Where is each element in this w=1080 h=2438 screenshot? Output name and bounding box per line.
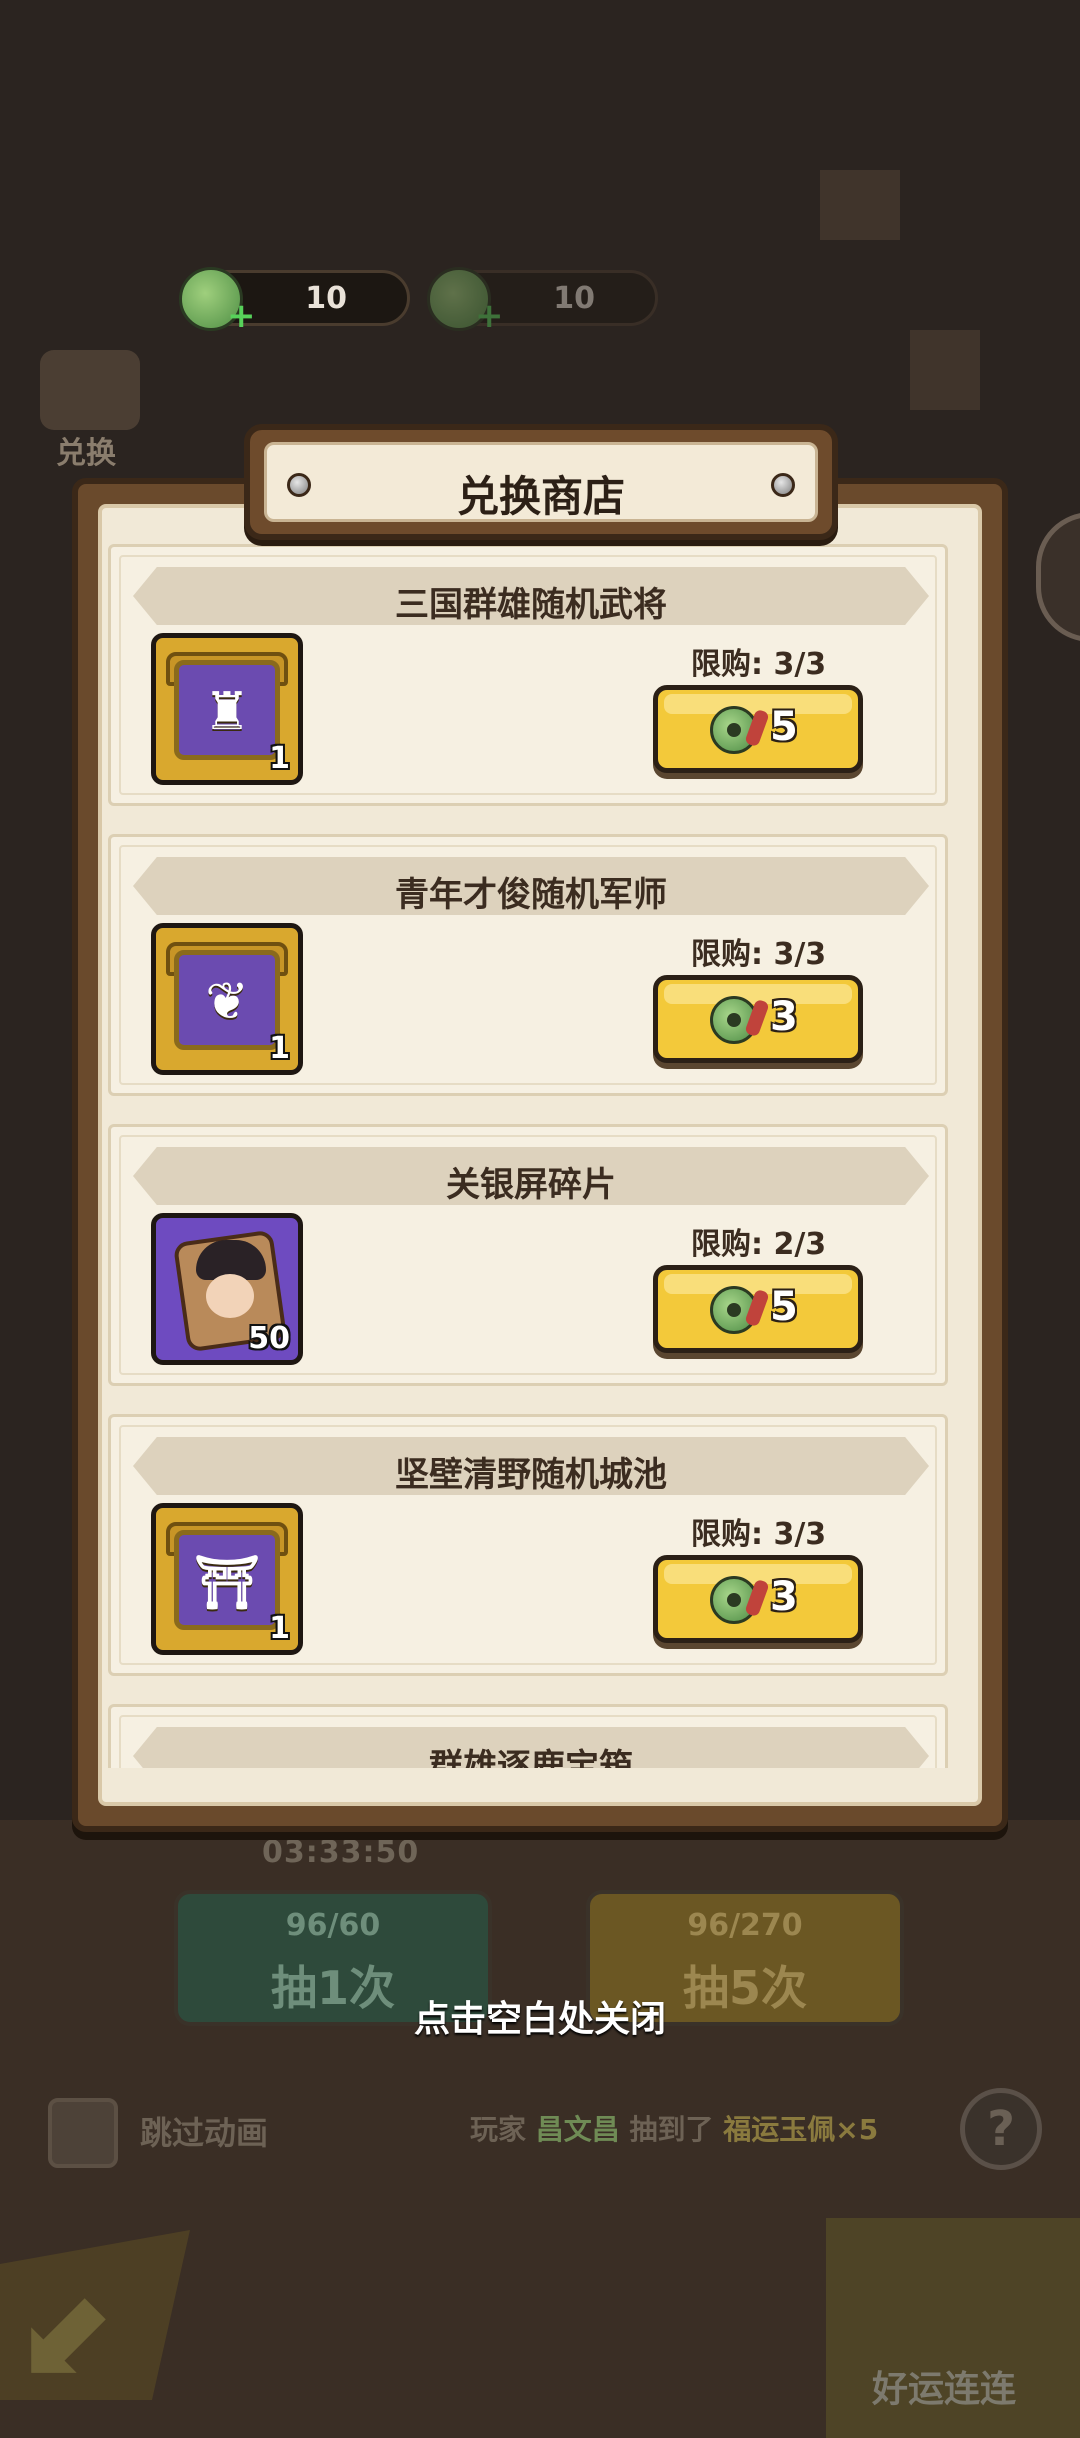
ticker-verb: 抽到了 xyxy=(629,2113,714,2146)
item-name-banner: 群雄逐鹿宝箱 xyxy=(133,1727,929,1768)
currency-secondary: + 10 xyxy=(427,267,658,333)
exchange-shop-panel: 三国群雄随机武将 ♜ 1 限购: 3/3 5 青年才俊随机军师 ❦ 1 限购: … xyxy=(72,478,1008,1832)
side-menu-button[interactable] xyxy=(1036,512,1080,642)
exchange-label: 兑换 xyxy=(56,436,116,471)
draw-one-cost: 96/60 xyxy=(285,1908,381,1943)
shop-item: 关银屏碎片 50 限购: 2/3 5 xyxy=(108,1124,948,1386)
hero-shard-icon[interactable]: 50 xyxy=(151,1213,303,1365)
purchase-limit: 限购: 2/3 xyxy=(691,1227,827,1262)
rivet-icon xyxy=(771,473,795,497)
item-count: 1 xyxy=(269,1031,290,1066)
draw-five-cost: 96/270 xyxy=(687,1908,803,1943)
shop-item-peek: 群雄逐鹿宝箱 xyxy=(108,1704,948,1768)
chest-emblem: ❦ xyxy=(205,972,249,1032)
buy-button[interactable]: 3 xyxy=(653,1555,863,1643)
item-name-banner: 坚壁清野随机城池 xyxy=(133,1437,929,1495)
purchase-limit: 限购: 3/3 xyxy=(691,647,827,682)
countdown-timer: 03:33:50 xyxy=(262,1835,420,1870)
title-plaque-inner: 兑换商店 xyxy=(264,442,818,522)
ticker-player: 昌文昌 xyxy=(535,2113,620,2146)
chest-emblem: ♜ xyxy=(203,682,251,742)
plus-icon[interactable]: + xyxy=(475,299,504,333)
currency-primary-value: 10 xyxy=(305,281,347,316)
chest-emblem: ⛩ xyxy=(193,1553,260,1613)
currency-secondary-value: 10 xyxy=(553,281,595,316)
item-name-banner: 关银屏碎片 xyxy=(133,1147,929,1205)
item-count: 1 xyxy=(269,741,290,776)
buy-button[interactable]: 5 xyxy=(653,1265,863,1353)
item-name: 关银屏碎片 xyxy=(446,1165,616,1205)
buy-price: 3 xyxy=(770,1574,798,1620)
buy-price: 3 xyxy=(770,994,798,1040)
buy-price: 5 xyxy=(770,1284,798,1330)
item-name-banner: 青年才俊随机军师 xyxy=(133,857,929,915)
buy-button[interactable]: 3 xyxy=(653,975,863,1063)
item-count: 50 xyxy=(248,1321,290,1356)
buy-button[interactable]: 5 xyxy=(653,685,863,773)
item-name-banner: 三国群雄随机武将 xyxy=(133,567,929,625)
ticker-reward: 福运玉佩×5 xyxy=(723,2113,879,2146)
shop-item: 三国群雄随机武将 ♜ 1 限购: 3/3 5 xyxy=(108,544,948,806)
shop-item: 坚壁清野随机城池 ⛩ 1 限购: 3/3 3 xyxy=(108,1414,948,1676)
lucky-streak-label: 好运连连 xyxy=(872,2369,1017,2410)
skip-animation-label: 跳过动画 xyxy=(140,2114,269,2152)
strategist-chest-icon[interactable]: ❦ 1 xyxy=(151,923,303,1075)
item-name: 青年才俊随机军师 xyxy=(395,875,667,915)
general-chest-icon[interactable]: ♜ 1 xyxy=(151,633,303,785)
purchase-limit: 限购: 3/3 xyxy=(691,937,827,972)
buy-price: 5 xyxy=(770,704,798,750)
lantern-icon xyxy=(820,170,900,240)
plus-icon[interactable]: + xyxy=(227,299,256,333)
item-name: 坚壁清野随机城池 xyxy=(395,1455,667,1495)
help-icon[interactable]: ? xyxy=(960,2088,1042,2170)
ticker-prefix: 玩家 xyxy=(470,2113,527,2146)
shop-title-plaque: 兑换商店 xyxy=(244,424,838,540)
city-chest-icon[interactable]: ⛩ 1 xyxy=(151,1503,303,1655)
shop-item-list[interactable]: 三国群雄随机武将 ♜ 1 限购: 3/3 5 青年才俊随机军师 ❦ 1 限购: … xyxy=(108,544,948,1768)
purchase-limit: 限购: 3/3 xyxy=(691,1517,827,1552)
item-count: 1 xyxy=(269,1611,290,1646)
item-name: 三国群雄随机武将 xyxy=(395,585,667,625)
lantern-icon xyxy=(910,330,980,410)
shard-portrait xyxy=(206,1274,254,1318)
close-hint[interactable]: 点击空白处关闭 xyxy=(0,1990,1080,2042)
exchange-icon[interactable] xyxy=(40,350,140,430)
item-name: 群雄逐鹿宝箱 xyxy=(429,1747,633,1768)
currency-primary: + 10 xyxy=(179,267,410,333)
skip-animation-checkbox[interactable] xyxy=(48,2098,118,2168)
shop-title: 兑换商店 xyxy=(456,472,625,521)
draw-ticker: 玩家 昌文昌 抽到了 福运玉佩×5 xyxy=(470,2108,878,2148)
shop-item: 青年才俊随机军师 ❦ 1 限购: 3/3 3 xyxy=(108,834,948,1096)
back-arrow-icon: ⬋ xyxy=(20,2260,121,2399)
